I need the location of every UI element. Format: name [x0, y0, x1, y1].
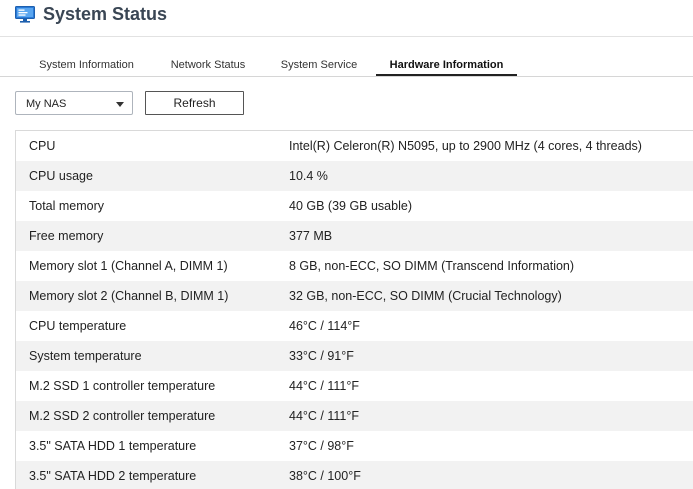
table-row: 3.5" SATA HDD 2 temperature 38°C / 100°F	[16, 461, 693, 489]
row-label: 3.5" SATA HDD 2 temperature	[29, 469, 197, 483]
device-select[interactable]: My NAS	[15, 91, 133, 115]
tab-hardware-information[interactable]: Hardware Information	[376, 52, 517, 76]
row-value: 10.4 %	[289, 169, 328, 183]
table-row: CPU Intel(R) Celeron(R) N5095, up to 290…	[16, 131, 693, 161]
hardware-info-table: CPU Intel(R) Celeron(R) N5095, up to 290…	[15, 130, 693, 489]
row-label: System temperature	[29, 349, 142, 363]
tab-system-service[interactable]: System Service	[273, 52, 365, 75]
row-value: 46°C / 114°F	[289, 319, 360, 333]
page-title: System Status	[43, 4, 168, 24]
device-select-value: My NAS	[26, 98, 67, 110]
row-label: CPU	[29, 139, 56, 153]
row-label: Memory slot 2 (Channel B, DIMM 1)	[29, 289, 229, 303]
row-value: 33°C / 91°F	[289, 349, 354, 363]
row-label: M.2 SSD 1 controller temperature	[29, 379, 216, 393]
table-row: Total memory 40 GB (39 GB usable)	[16, 191, 693, 221]
row-value: 377 MB	[289, 229, 333, 243]
row-value: 44°C / 111°F	[289, 409, 359, 423]
row-label: Total memory	[29, 199, 105, 213]
table-row: CPU usage 10.4 %	[16, 161, 693, 191]
row-value: Intel(R) Celeron(R) N5095, up to 2900 MH…	[289, 139, 642, 153]
table-row: Free memory 377 MB	[16, 221, 693, 251]
chevron-down-icon	[116, 102, 124, 107]
row-value: 32 GB, non-ECC, SO DIMM (Crucial Technol…	[289, 289, 562, 303]
refresh-button[interactable]: Refresh	[145, 91, 244, 115]
table-row: Memory slot 2 (Channel B, DIMM 1) 32 GB,…	[16, 281, 693, 311]
row-label: Free memory	[29, 229, 104, 243]
row-value: 40 GB (39 GB usable)	[289, 199, 412, 213]
tab-bar: System Information Network Status System…	[0, 52, 693, 77]
row-label: 3.5" SATA HDD 1 temperature	[29, 439, 197, 453]
row-value: 37°C / 98°F	[289, 439, 354, 453]
row-label: M.2 SSD 2 controller temperature	[29, 409, 216, 423]
row-value: 8 GB, non-ECC, SO DIMM (Transcend Inform…	[289, 259, 575, 273]
row-label: CPU temperature	[29, 319, 127, 333]
tab-system-information[interactable]: System Information	[30, 52, 143, 75]
table-row: M.2 SSD 1 controller temperature 44°C / …	[16, 371, 693, 401]
row-label: Memory slot 1 (Channel A, DIMM 1)	[29, 259, 228, 273]
table-row: M.2 SSD 2 controller temperature 44°C / …	[16, 401, 693, 431]
table-row: 3.5" SATA HDD 1 temperature 37°C / 98°F	[16, 431, 693, 461]
row-value: 38°C / 100°F	[289, 469, 361, 483]
table-row: Memory slot 1 (Channel A, DIMM 1) 8 GB, …	[16, 251, 693, 281]
system-status-page: System Status System Information Network…	[0, 0, 693, 489]
row-label: CPU usage	[29, 169, 93, 183]
tab-network-status[interactable]: Network Status	[160, 52, 256, 75]
page-header: System Status	[0, 0, 693, 37]
table-row: System temperature 33°C / 91°F	[16, 341, 693, 371]
row-value: 44°C / 111°F	[289, 379, 359, 393]
monitor-icon	[15, 6, 35, 23]
table-row: CPU temperature 46°C / 114°F	[16, 311, 693, 341]
